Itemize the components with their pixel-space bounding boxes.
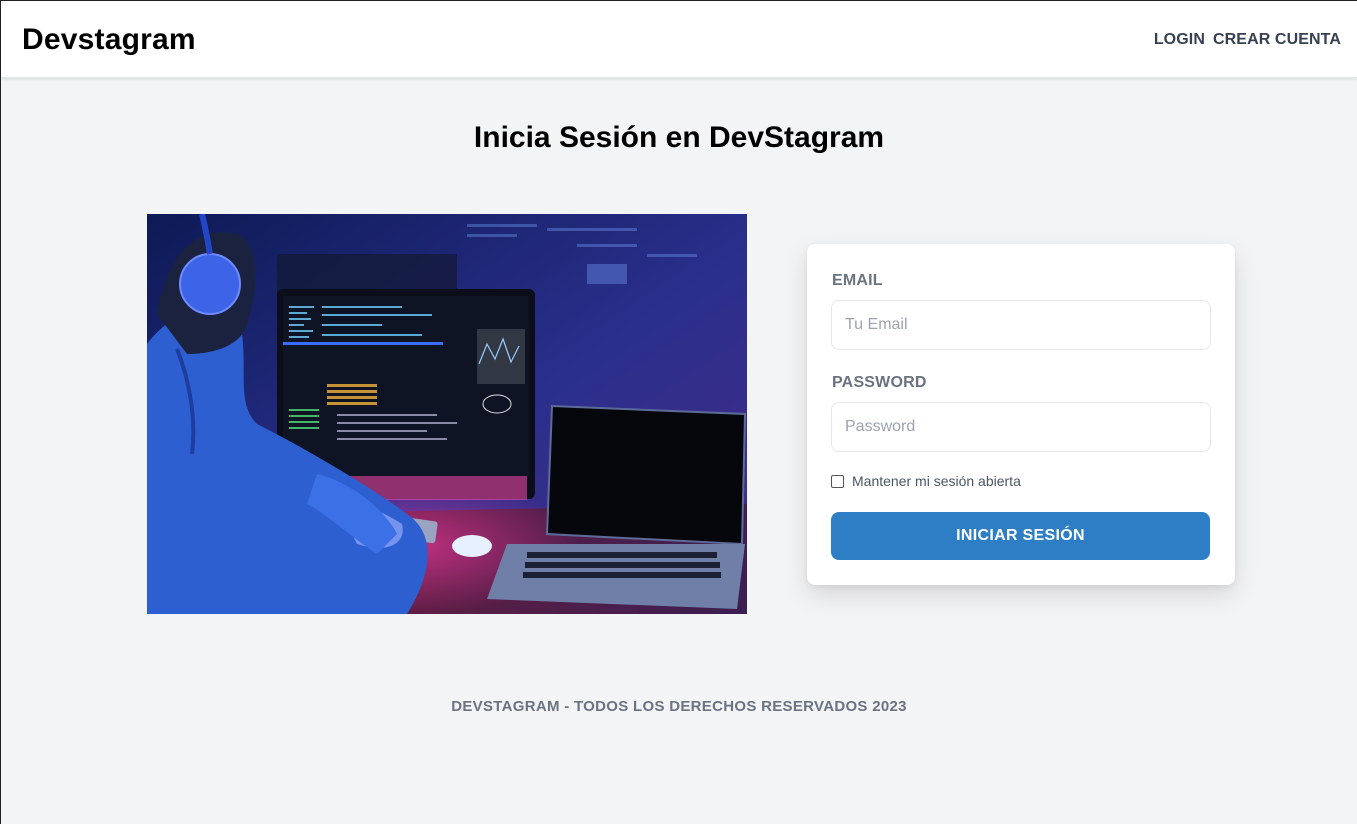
- hero-image: [147, 214, 747, 614]
- remember-me-checkbox[interactable]: [831, 474, 844, 488]
- page: Devstagram Login Crear Cuenta Inicia Ses…: [0, 0, 1357, 824]
- password-label: Password: [832, 374, 927, 391]
- hero-illustration: [147, 214, 747, 614]
- header-nav: Login Crear Cuenta: [1154, 31, 1341, 49]
- login-submit-button[interactable]: Iniciar Sesión: [831, 512, 1210, 560]
- nav-login-link[interactable]: Login: [1154, 31, 1205, 49]
- password-input[interactable]: [831, 402, 1211, 452]
- email-label: Email: [832, 272, 883, 289]
- brand-logo[interactable]: Devstagram: [22, 23, 196, 57]
- nav-register-link[interactable]: Crear Cuenta: [1213, 31, 1341, 49]
- login-form: Email Password Mantener mi sesión abiert…: [807, 244, 1235, 585]
- page-title: Inicia Sesión en DevStagram: [473, 121, 885, 154]
- footer-text: DevStagram - Todos los derechos reservad…: [451, 698, 907, 715]
- remember-me-label[interactable]: Mantener mi sesión abierta: [852, 473, 1021, 489]
- email-input[interactable]: [831, 300, 1211, 350]
- top-navbar: Devstagram Login Crear Cuenta: [1, 1, 1357, 78]
- remember-me-row: Mantener mi sesión abierta: [831, 473, 1021, 489]
